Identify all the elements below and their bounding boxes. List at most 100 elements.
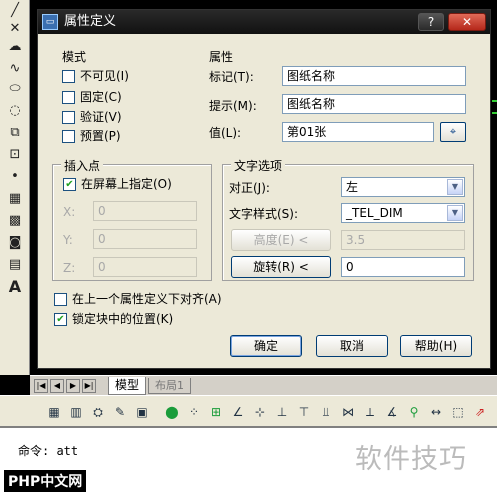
tool-palette-icon[interactable]: ✎ [112,404,128,420]
zoom-realtime-icon[interactable]: ⇗ [472,404,488,420]
help-icon[interactable]: ? [418,13,444,31]
checkmark-icon: ✔ [63,178,76,191]
text-style-label: 文字样式(S): [229,207,299,221]
point-icon[interactable]: • [4,168,26,186]
checkbox-box [62,70,75,83]
insert-field-icon[interactable]: ⌖ [440,122,466,142]
checkbox-label: 不可见(I) [80,69,129,83]
otrack-icon[interactable]: ⊥ [274,404,290,420]
rotation-input[interactable]: 0 [341,257,465,277]
tab-model[interactable]: 模型 [108,377,147,395]
polar-icon[interactable]: ∠ [230,404,246,420]
dimension-icon[interactable]: ↔ [428,404,444,420]
cancel-button[interactable]: 取消 [316,335,388,357]
z-input[interactable]: 0 [93,257,197,277]
app-icon: ▭ [42,14,58,30]
layer-icon[interactable]: ▦ [46,404,62,420]
first-tab-icon[interactable]: |◀ [34,379,48,393]
ellipse-arc-icon[interactable]: ◌ [4,102,26,120]
region-icon[interactable]: ◙ [4,234,26,252]
chevron-down-icon: ▼ [447,205,463,221]
crosshair-mark [490,100,497,102]
properties-icon[interactable]: ▥ [68,404,84,420]
angle-icon[interactable]: ∡ [384,404,400,420]
multiline-text-icon[interactable]: A [4,278,26,296]
lwt-icon[interactable]: ⫫ [318,404,334,420]
checkbox-box [62,111,75,124]
insert-block-icon[interactable]: ⧉ [4,124,26,142]
bottom-toolbar: ▦ ▥ ⛭ ✎ ▣ ⬤ ⁘ ⊞ ∠ ⊹ ⊥ ⊤ ⫫ ⋈ ⟂ ∡ ⚲ ↔ ⬚ ⇗ [0,395,497,427]
x-label: X: [63,205,76,219]
text-style-value: _TEL_DIM [346,206,403,220]
gradient-icon[interactable]: ▩ [4,212,26,230]
left-draw-toolbar: ╱ ✕ ☁ ∿ ⬭ ◌ ⧉ ⊡ • ▦ ▩ ◙ ▤ A [0,0,30,375]
prompt-label: 提示(M): [209,99,257,113]
measure-icon[interactable]: ⟂ [362,404,378,420]
attribute-title: 属性 [209,50,234,64]
checkbox-label: 验证(V) [80,110,122,124]
line-icon[interactable]: ╱ [4,2,26,20]
checkbox-label: 预置(P) [80,129,121,143]
construction-line-icon[interactable]: ✕ [4,20,26,38]
hatch-icon[interactable]: ▦ [4,190,26,208]
tag-input[interactable]: 图纸名称 [282,66,466,86]
watermark-text: 软件技巧 [355,444,467,475]
checkbox-box [62,130,75,143]
tab-layout1[interactable]: 布局1 [148,378,191,394]
last-tab-icon[interactable]: ▶| [82,379,96,393]
ok-button[interactable]: 确定 [230,335,302,357]
layout-tab-strip: |◀ ◀ ▶ ▶| 模型 布局1 [30,375,497,395]
z-label: Z: [63,261,76,275]
make-block-icon[interactable]: ⊡ [4,146,26,164]
insertion-point-group: 插入点 ✔ 在屏幕上指定(O) X: 0 Y: 0 Z: 0 [52,157,212,281]
checkbox-label: 锁定块中的位置(K) [72,312,174,326]
justify-value: 左 [346,180,359,194]
attribute-definition-dialog: ▭ 属性定义 ? ✕ 模式 不可见(I) 固定(C) 验证(V) 预置(P) 属… [37,9,491,369]
text-style-select[interactable]: _TEL_DIM ▼ [341,203,465,223]
model-space-icon[interactable]: ⋈ [340,404,356,420]
table-icon[interactable]: ▤ [4,256,26,274]
tag-label: 标记(T): [209,70,254,84]
snap-icon[interactable]: ⬤ [164,404,180,420]
command-line: 命令: att [18,444,79,458]
value-label: 值(L): [209,126,242,140]
height-input[interactable]: 3.5 [341,230,465,250]
site-logo: PHP中文网 [4,470,87,492]
justify-label: 对正(J): [229,181,270,195]
ortho-icon[interactable]: ⊞ [208,404,224,420]
checkbox-label: 在屏幕上指定(O) [81,177,172,191]
height-pick-button[interactable]: 高度(E) < [231,229,331,251]
y-input[interactable]: 0 [93,229,197,249]
prompt-input[interactable]: 图纸名称 [282,94,466,114]
crosshair-mark [490,112,497,114]
chevron-down-icon: ▼ [447,179,463,195]
grid-icon[interactable]: ⁘ [186,404,202,420]
dyn-icon[interactable]: ⊤ [296,404,312,420]
text-options-group: 文字选项 对正(J): 左 ▼ 文字样式(S): _TEL_DIM ▼ 高度(E… [222,157,474,281]
prev-tab-icon[interactable]: ◀ [50,379,64,393]
checkbox-label: 在上一个属性定义下对齐(A) [72,292,222,306]
ellipse-icon[interactable]: ⬭ [4,80,26,98]
zoom-window-icon[interactable]: ⬚ [450,404,466,420]
checkbox-box [54,293,67,306]
insertion-point-title: 插入点 [61,157,104,174]
justify-select[interactable]: 左 ▼ [341,177,465,197]
y-label: Y: [63,233,73,247]
help-button[interactable]: 帮助(H) [400,335,472,357]
osnap-icon[interactable]: ⊹ [252,404,268,420]
mode-title: 模式 [62,50,87,64]
design-center-icon[interactable]: ⛭ [90,404,106,420]
polyline-icon[interactable]: ☁ [4,38,26,56]
rotation-pick-button[interactable]: 旋转(R) < [231,256,331,278]
spline-icon[interactable]: ∿ [4,60,26,78]
next-tab-icon[interactable]: ▶ [66,379,80,393]
checkbox-label: 固定(C) [80,90,122,104]
text-options-title: 文字选项 [231,157,286,174]
dialog-title: 属性定义 [64,14,117,29]
close-icon[interactable]: ✕ [448,13,486,31]
pan-icon[interactable]: ⚲ [406,404,422,420]
x-input[interactable]: 0 [93,201,197,221]
value-input[interactable]: 第01张 [282,122,434,142]
dialog-titlebar[interactable]: ▭ 属性定义 ? ✕ [38,10,490,34]
save-icon[interactable]: ▣ [134,404,150,420]
